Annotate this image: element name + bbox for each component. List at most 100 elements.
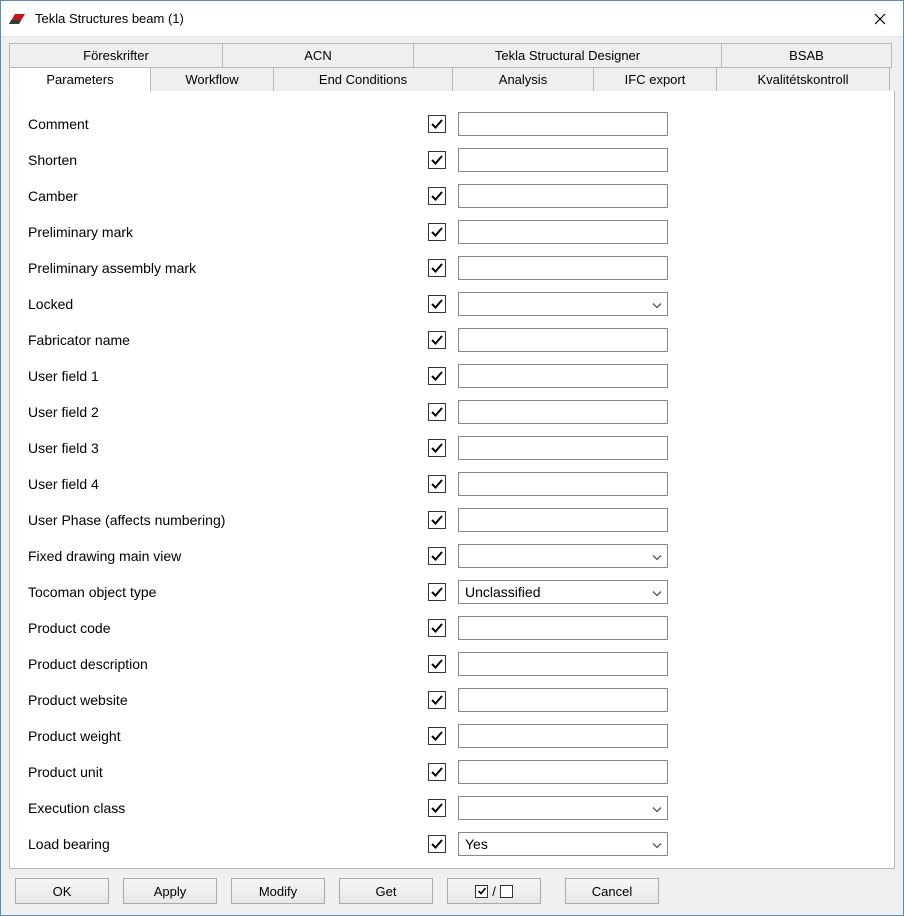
param-select-value: Unclassified — [458, 580, 668, 604]
param-select-value: Yes — [458, 832, 668, 856]
window-title: Tekla Structures beam (1) — [35, 11, 857, 26]
param-select-value — [458, 796, 668, 820]
param-input[interactable] — [458, 112, 668, 136]
apply-button[interactable]: Apply — [123, 878, 217, 904]
param-select[interactable] — [458, 292, 668, 316]
param-select-value — [458, 544, 668, 568]
upper-tab-3[interactable]: BSAB — [721, 43, 892, 68]
param-row-2: Camber — [28, 178, 876, 214]
param-enable-checkbox[interactable] — [428, 619, 446, 637]
param-label: User field 1 — [28, 368, 428, 384]
param-enable-checkbox[interactable] — [428, 367, 446, 385]
param-input[interactable] — [458, 184, 668, 208]
param-enable-checkbox[interactable] — [428, 763, 446, 781]
param-label: Tocoman object type — [28, 584, 428, 600]
param-input[interactable] — [458, 616, 668, 640]
upper-tab-1[interactable]: ACN — [222, 43, 414, 68]
close-button[interactable] — [857, 1, 903, 37]
param-input[interactable] — [458, 364, 668, 388]
titlebar: Tekla Structures beam (1) — [1, 1, 903, 37]
ok-button[interactable]: OK — [15, 878, 109, 904]
param-row-9: User field 3 — [28, 430, 876, 466]
param-select-value — [458, 292, 668, 316]
lower-tab-4[interactable]: IFC export — [593, 67, 717, 92]
upper-tab-0[interactable]: Föreskrifter — [9, 43, 223, 68]
lower-tab-1[interactable]: Workflow — [150, 67, 274, 92]
param-label: Product weight — [28, 728, 428, 744]
param-row-10: User field 4 — [28, 466, 876, 502]
param-label: User field 4 — [28, 476, 428, 492]
param-enable-checkbox[interactable] — [428, 439, 446, 457]
param-enable-checkbox[interactable] — [428, 259, 446, 277]
param-input[interactable] — [458, 328, 668, 352]
upper-tab-2[interactable]: Tekla Structural Designer — [413, 43, 722, 68]
lower-tab-0[interactable]: Parameters — [9, 67, 151, 92]
param-input[interactable] — [458, 436, 668, 460]
param-enable-checkbox[interactable] — [428, 835, 446, 853]
param-input[interactable] — [458, 688, 668, 712]
param-row-3: Preliminary mark — [28, 214, 876, 250]
param-enable-checkbox[interactable] — [428, 151, 446, 169]
tabs-row-lower: ParametersWorkflowEnd ConditionsAnalysis… — [9, 67, 895, 92]
param-enable-checkbox[interactable] — [428, 295, 446, 313]
close-icon — [874, 13, 886, 25]
param-input[interactable] — [458, 652, 668, 676]
param-row-6: Fabricator name — [28, 322, 876, 358]
param-label: Product website — [28, 692, 428, 708]
param-input[interactable] — [458, 220, 668, 244]
param-label: Fixed drawing main view — [28, 548, 428, 564]
param-label: Locked — [28, 296, 428, 312]
param-enable-checkbox[interactable] — [428, 223, 446, 241]
param-row-15: Product description — [28, 646, 876, 682]
param-select[interactable] — [458, 544, 668, 568]
param-label: Shorten — [28, 152, 428, 168]
param-row-16: Product website — [28, 682, 876, 718]
param-enable-checkbox[interactable] — [428, 115, 446, 133]
lower-tab-5[interactable]: Kvalitétskontroll — [716, 67, 890, 92]
param-row-18: Product unit — [28, 754, 876, 790]
modify-button[interactable]: Modify — [231, 878, 325, 904]
param-row-20: Load bearingYes — [28, 826, 876, 862]
dialog-window: Tekla Structures beam (1) FöreskrifterAC… — [0, 0, 904, 916]
param-enable-checkbox[interactable] — [428, 727, 446, 745]
param-row-19: Execution class — [28, 790, 876, 826]
param-input[interactable] — [458, 724, 668, 748]
param-input[interactable] — [458, 760, 668, 784]
checkbox-on-icon — [475, 885, 488, 898]
param-enable-checkbox[interactable] — [428, 583, 446, 601]
param-label: Execution class — [28, 800, 428, 816]
param-enable-checkbox[interactable] — [428, 403, 446, 421]
param-label: Preliminary mark — [28, 224, 428, 240]
get-button[interactable]: Get — [339, 878, 433, 904]
toggle-all-checkboxes-button[interactable]: / — [447, 878, 541, 904]
app-icon — [9, 12, 27, 26]
param-row-11: User Phase (affects numbering) — [28, 502, 876, 538]
checkbox-off-icon — [500, 885, 513, 898]
param-input[interactable] — [458, 256, 668, 280]
param-enable-checkbox[interactable] — [428, 655, 446, 673]
cancel-button[interactable]: Cancel — [565, 878, 659, 904]
param-enable-checkbox[interactable] — [428, 511, 446, 529]
param-label: Preliminary assembly mark — [28, 260, 428, 276]
tabs-row-upper: FöreskrifterACNTekla Structural Designer… — [9, 43, 895, 68]
param-enable-checkbox[interactable] — [428, 799, 446, 817]
param-row-0: Comment — [28, 106, 876, 142]
param-enable-checkbox[interactable] — [428, 475, 446, 493]
param-select[interactable]: Unclassified — [458, 580, 668, 604]
param-input[interactable] — [458, 472, 668, 496]
dialog-body: FöreskrifterACNTekla Structural Designer… — [1, 37, 903, 915]
lower-tab-3[interactable]: Analysis — [452, 67, 594, 92]
param-enable-checkbox[interactable] — [428, 691, 446, 709]
parameters-page: Comment Shorten Camber Preliminary mark Prel… — [9, 91, 895, 869]
param-input[interactable] — [458, 508, 668, 532]
lower-tab-2[interactable]: End Conditions — [273, 67, 453, 92]
param-label: Product code — [28, 620, 428, 636]
param-select[interactable] — [458, 796, 668, 820]
param-input[interactable] — [458, 148, 668, 172]
param-select[interactable]: Yes — [458, 832, 668, 856]
param-enable-checkbox[interactable] — [428, 187, 446, 205]
param-enable-checkbox[interactable] — [428, 547, 446, 565]
param-input[interactable] — [458, 400, 668, 424]
param-row-1: Shorten — [28, 142, 876, 178]
param-enable-checkbox[interactable] — [428, 331, 446, 349]
